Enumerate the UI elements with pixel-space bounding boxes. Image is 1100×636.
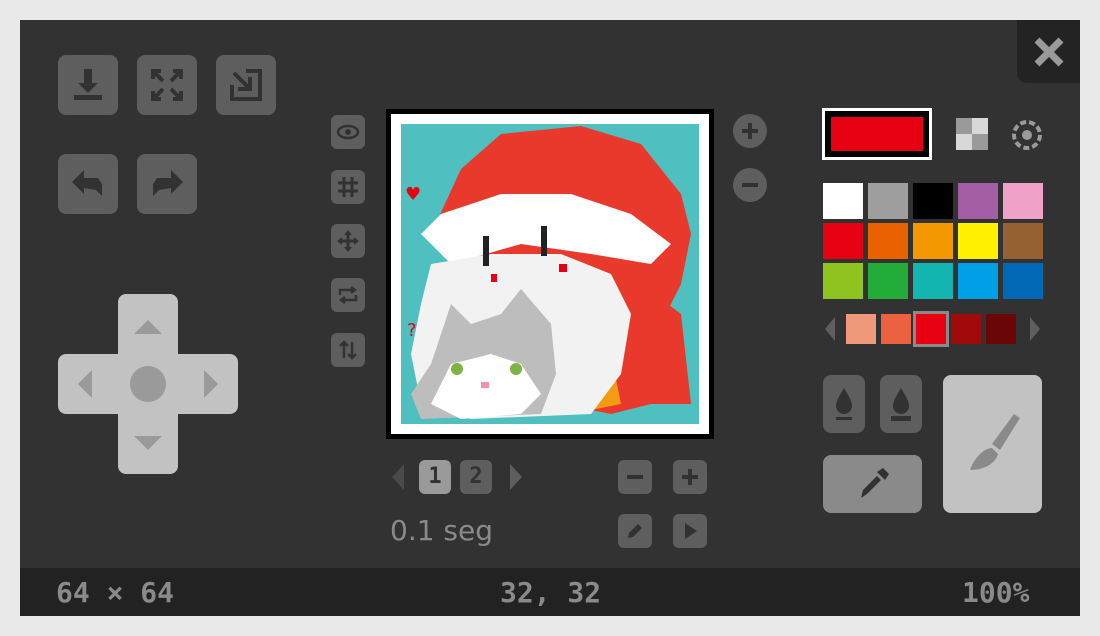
dpad-up-button[interactable] — [128, 302, 168, 342]
eyedropper-tool-button[interactable] — [823, 455, 922, 513]
palette-swatch[interactable] — [913, 183, 953, 219]
palette-swatch[interactable] — [958, 263, 998, 299]
palette-swatch[interactable] — [913, 223, 953, 259]
brush-icon — [969, 414, 1020, 470]
add-frame-button[interactable] — [673, 460, 707, 494]
fill-all-icon — [891, 388, 911, 421]
editor-window: ♥ ? 1 2 0.1 seg 64 × 64 32, 32 100% — [20, 20, 1080, 616]
flip-icon — [339, 340, 357, 360]
download-button[interactable] — [58, 55, 118, 115]
shade-prev-button[interactable] — [823, 314, 837, 344]
redo-button[interactable] — [137, 154, 197, 214]
dpad-down-button[interactable] — [128, 428, 168, 468]
dpad — [58, 294, 238, 474]
transparent-color-button[interactable] — [956, 118, 988, 150]
undo-icon — [72, 170, 102, 196]
prev-frame-button[interactable] — [388, 460, 408, 494]
play-button[interactable] — [673, 514, 707, 548]
palette-swatch[interactable] — [823, 223, 863, 259]
dpad-right-button[interactable] — [192, 364, 232, 404]
download-icon — [74, 69, 102, 100]
palette-swatch[interactable] — [868, 263, 908, 299]
zoom-level-label: 100% — [962, 576, 1030, 609]
zoom-in-button[interactable] — [733, 114, 767, 148]
import-icon — [230, 69, 262, 101]
brush-tool-button[interactable] — [943, 375, 1042, 513]
plus-icon — [682, 469, 698, 485]
shade-next-button[interactable] — [1028, 314, 1042, 344]
play-icon — [685, 523, 697, 539]
frame-2-button[interactable]: 2 — [460, 460, 492, 494]
edit-duration-button[interactable] — [618, 514, 652, 548]
palette-swatch[interactable] — [958, 223, 998, 259]
shade-swatch[interactable] — [916, 314, 946, 344]
swap-icon — [338, 286, 358, 304]
shade-swatch[interactable] — [846, 314, 876, 344]
status-bar: 64 × 64 32, 32 100% — [20, 568, 1080, 616]
frame-duration-label: 0.1 seg — [390, 514, 494, 547]
color-wheel-icon[interactable] — [1010, 118, 1044, 152]
fill-tool-button[interactable] — [823, 375, 865, 433]
palette-swatch[interactable] — [958, 183, 998, 219]
canvas-size-label: 64 × 64 — [56, 576, 175, 609]
palette-swatch[interactable] — [1003, 223, 1043, 259]
eye-icon — [336, 124, 360, 140]
dpad-center-button[interactable] — [130, 366, 166, 402]
undo-button[interactable] — [58, 154, 118, 214]
close-icon — [1034, 37, 1063, 66]
flip-button[interactable] — [331, 333, 365, 367]
shade-swatch[interactable] — [986, 314, 1016, 344]
palette-swatch[interactable] — [1003, 183, 1043, 219]
palette-swatch[interactable] — [913, 263, 953, 299]
plus-icon — [742, 123, 758, 139]
move-button[interactable] — [331, 224, 365, 258]
current-color-fill — [831, 117, 923, 151]
minus-icon — [627, 475, 643, 479]
drawing-canvas[interactable]: ♥ ? — [386, 109, 714, 439]
cursor-position-label: 32, 32 — [500, 576, 602, 609]
remove-frame-button[interactable] — [618, 460, 652, 494]
fullscreen-button[interactable] — [137, 55, 197, 115]
dpad-left-button[interactable] — [64, 364, 104, 404]
fill-all-tool-button[interactable] — [880, 375, 922, 433]
color-palette — [823, 183, 1043, 299]
minus-icon — [742, 183, 758, 187]
eyedropper-icon — [860, 468, 889, 498]
toggle-grid-button[interactable] — [331, 170, 365, 204]
palette-swatch[interactable] — [823, 183, 863, 219]
svg-text:♥: ♥ — [405, 184, 421, 205]
redo-icon — [153, 170, 183, 196]
next-frame-button[interactable] — [506, 460, 526, 494]
shade-swatch[interactable] — [881, 314, 911, 344]
toggle-preview-button[interactable] — [331, 115, 365, 149]
close-button[interactable] — [1017, 20, 1080, 83]
palette-swatch[interactable] — [868, 183, 908, 219]
current-color-swatch[interactable] — [822, 108, 932, 160]
palette-swatch[interactable] — [1003, 263, 1043, 299]
swap-button[interactable] — [331, 278, 365, 312]
shade-swatch[interactable] — [951, 314, 981, 344]
fullscreen-icon — [151, 69, 183, 101]
palette-swatch[interactable] — [823, 263, 863, 299]
pixel-art-image: ♥ ? — [391, 114, 709, 434]
frame-1-button[interactable]: 1 — [419, 460, 451, 494]
shade-palette — [846, 314, 1026, 344]
palette-swatch[interactable] — [868, 223, 908, 259]
grid-icon — [338, 177, 358, 197]
import-button[interactable] — [216, 55, 276, 115]
pencil-icon — [628, 524, 642, 538]
fill-icon — [836, 388, 852, 420]
zoom-out-button[interactable] — [733, 168, 767, 202]
move-icon — [337, 230, 359, 252]
svg-text:?: ? — [407, 320, 417, 341]
